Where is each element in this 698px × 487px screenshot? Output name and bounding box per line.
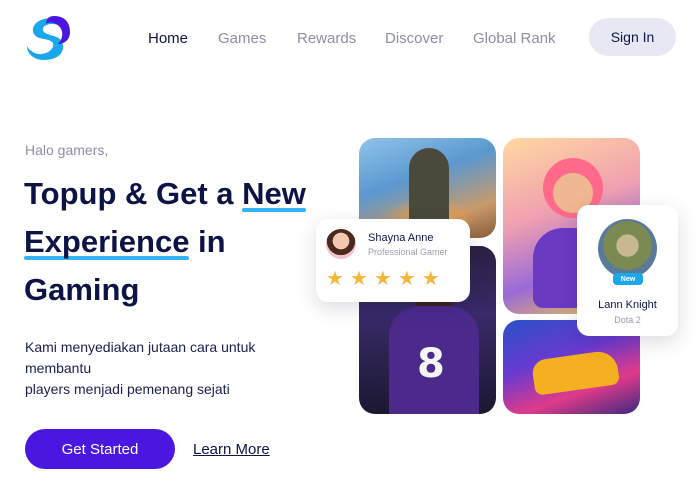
nav-home[interactable]: Home [148, 30, 188, 47]
player-game: Dota 2 [614, 315, 641, 325]
s-logo-icon[interactable] [24, 14, 70, 60]
nav-global-rank[interactable]: Global Rank [473, 30, 556, 47]
star-icon: ★ [397, 266, 416, 290]
headline-part3: Gaming [24, 272, 140, 307]
nav-rewards[interactable]: Rewards [297, 30, 356, 47]
new-badge: New [613, 273, 643, 285]
get-started-button[interactable]: Get Started [25, 429, 175, 469]
sign-in-button[interactable]: Sign In [589, 18, 676, 56]
description-line: membantu [25, 360, 92, 376]
hero-headline: Topup & Get a New Experience in Gaming [24, 170, 344, 314]
nav-games[interactable]: Games [218, 30, 266, 47]
avatar [326, 229, 356, 259]
description-line: players menjadi pemenang sejati [25, 381, 230, 397]
player-card: New Lann Knight Dota 2 [577, 205, 678, 336]
headline-part2: in [189, 224, 226, 259]
star-icon: ★ [349, 266, 368, 290]
greeting: Halo gamers, [25, 142, 109, 158]
star-icon: ★ [421, 266, 440, 290]
headline-highlight-new: New [242, 170, 306, 218]
review-card: Shayna Anne Professional Gamer ★ ★ ★ ★ ★ [316, 219, 470, 302]
nav-discover[interactable]: Discover [385, 30, 443, 47]
learn-more-link[interactable]: Learn More [193, 441, 270, 458]
headline-highlight-experience: Experience [24, 218, 190, 266]
star-icon: ★ [373, 266, 392, 290]
avatar [598, 219, 657, 278]
star-rating: ★ ★ ★ ★ ★ [326, 268, 440, 288]
description-line: Kami menyediakan jutaan cara untuk [25, 339, 256, 355]
star-icon: ★ [326, 266, 344, 290]
hero-description: Kami menyediakan jutaan cara untuk memba… [25, 337, 305, 400]
player-name: Lann Knight [598, 299, 657, 311]
headline-part1: Topup & Get a [24, 176, 243, 211]
reviewer-role: Professional Gamer [368, 247, 448, 257]
reviewer-name: Shayna Anne [368, 232, 434, 244]
